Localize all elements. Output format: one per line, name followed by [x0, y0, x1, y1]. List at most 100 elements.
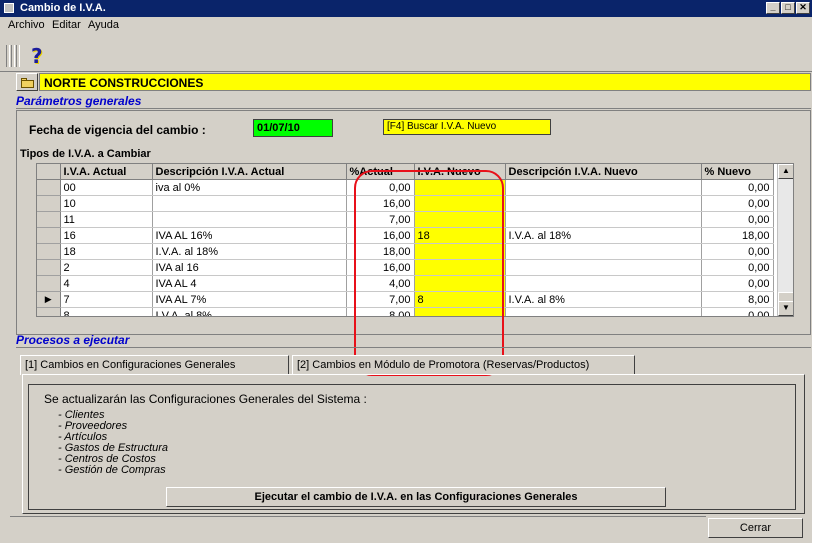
row-indicator[interactable] [37, 227, 61, 244]
table-row[interactable]: 4 IVA AL 4 4,00 0,00 [37, 275, 774, 292]
cell-desc-actual[interactable]: I.V.A. al 18% [152, 243, 347, 260]
cell-pct-actual[interactable]: 8,00 [346, 307, 415, 316]
cell-desc-actual[interactable]: iva al 0% [152, 179, 347, 196]
cell-desc-nuevo[interactable] [505, 307, 702, 316]
table-row[interactable]: 2 IVA al 16 16,00 0,00 [37, 259, 774, 276]
cell-pct-actual[interactable]: 0,00 [346, 179, 415, 196]
row-indicator[interactable] [37, 275, 61, 292]
cell-pct-nuevo[interactable]: 0,00 [701, 259, 774, 276]
col-pct-actual[interactable]: %Actual [346, 164, 415, 180]
row-indicator[interactable] [37, 211, 61, 228]
cell-desc-nuevo[interactable] [505, 275, 702, 292]
minimize-button[interactable]: _ [766, 2, 780, 14]
row-indicator[interactable] [37, 259, 61, 276]
table-row[interactable]: 00 iva al 0% 0,00 0,00 [37, 179, 774, 196]
iva-grid: I.V.A. Actual Descripción I.V.A. Actual … [36, 163, 794, 317]
company-name: NORTE CONSTRUCCIONES [39, 73, 811, 91]
cell-pct-nuevo[interactable]: 0,00 [701, 211, 774, 228]
col-desc-nuevo[interactable]: Descripción I.V.A. Nuevo [505, 164, 702, 180]
cell-pct-nuevo[interactable]: 0,00 [701, 243, 774, 260]
cell-iva-nuevo[interactable] [414, 307, 506, 316]
cell-desc-actual[interactable] [152, 195, 347, 212]
fecha-input[interactable]: 01/07/10 [253, 119, 333, 137]
cell-iva-actual[interactable]: 2 [60, 259, 153, 276]
cell-pct-actual[interactable]: 7,00 [346, 291, 415, 308]
table-row[interactable]: 8 I.V.A. al 8% 8,00 0,00 [37, 307, 774, 316]
row-indicator[interactable] [37, 179, 61, 196]
cell-iva-actual[interactable]: 7 [60, 291, 153, 308]
buscar-iva-hint[interactable]: [F4] Buscar I.V.A. Nuevo [383, 119, 551, 135]
cell-iva-actual[interactable]: 16 [60, 227, 153, 244]
cell-desc-nuevo[interactable] [505, 179, 702, 196]
cell-iva-nuevo[interactable] [414, 211, 506, 228]
col-pct-nuevo[interactable]: % Nuevo [701, 164, 774, 180]
cell-pct-nuevo[interactable]: 0,00 [701, 275, 774, 292]
cell-pct-nuevo[interactable]: 0,00 [701, 307, 774, 316]
table-row[interactable]: 18 I.V.A. al 18% 18,00 0,00 [37, 243, 774, 260]
cell-iva-actual[interactable]: 4 [60, 275, 153, 292]
cell-iva-actual[interactable]: 10 [60, 195, 153, 212]
col-desc-actual[interactable]: Descripción I.V.A. Actual [152, 164, 347, 180]
current-row-indicator[interactable]: ▶ [37, 291, 61, 308]
cell-iva-nuevo[interactable] [414, 195, 506, 212]
title-bar: Cambio de I.V.A. _ □ ✕ [0, 0, 812, 17]
cell-iva-nuevo[interactable]: 18 [414, 227, 506, 244]
tab-configuraciones-generales[interactable]: [1] Cambios en Configuraciones Generales [20, 355, 289, 375]
cell-iva-nuevo[interactable] [414, 243, 506, 260]
cell-desc-actual[interactable]: IVA AL 4 [152, 275, 347, 292]
cell-iva-nuevo[interactable] [414, 259, 506, 276]
table-row[interactable]: 16 IVA AL 16% 16,00 18 I.V.A. al 18% 18,… [37, 227, 774, 244]
scroll-down-button[interactable]: ▼ [778, 301, 793, 316]
row-indicator[interactable] [37, 195, 61, 212]
scroll-up-button[interactable]: ▲ [778, 164, 793, 179]
table-row[interactable]: 11 7,00 0,00 [37, 211, 774, 228]
execute-change-button[interactable]: Ejecutar el cambio de I.V.A. en las Conf… [166, 487, 666, 507]
cell-iva-actual[interactable]: 18 [60, 243, 153, 260]
cell-desc-actual[interactable] [152, 211, 347, 228]
parametros-header: Parámetros generales [16, 94, 811, 109]
cell-iva-actual[interactable]: 00 [60, 179, 153, 196]
table-row[interactable]: 10 16,00 0,00 [37, 195, 774, 212]
help-icon[interactable]: ? [31, 44, 43, 68]
menu-ayuda[interactable]: Ayuda [88, 19, 119, 31]
open-folder-button[interactable] [16, 73, 38, 91]
menu-archivo[interactable]: Archivo [8, 19, 45, 31]
cell-pct-nuevo[interactable]: 0,00 [701, 179, 774, 196]
cell-pct-nuevo[interactable]: 0,00 [701, 195, 774, 212]
cell-iva-nuevo[interactable] [414, 179, 506, 196]
grid-scrollbar[interactable]: ▲ ▼ [777, 164, 793, 316]
cell-iva-actual[interactable]: 11 [60, 211, 153, 228]
col-iva-nuevo[interactable]: I.V.A. Nuevo [414, 164, 506, 180]
cell-pct-nuevo[interactable]: 8,00 [701, 291, 774, 308]
cell-desc-actual[interactable]: I.V.A. al 8% [152, 307, 347, 316]
col-iva-actual[interactable]: I.V.A. Actual [60, 164, 153, 180]
cell-desc-nuevo[interactable]: I.V.A. al 8% [505, 291, 702, 308]
cell-desc-nuevo[interactable] [505, 243, 702, 260]
row-indicator[interactable] [37, 307, 61, 316]
cell-pct-actual[interactable]: 16,00 [346, 227, 415, 244]
cell-desc-actual[interactable]: IVA al 16 [152, 259, 347, 276]
menu-editar[interactable]: Editar [52, 19, 81, 31]
cell-desc-nuevo[interactable] [505, 259, 702, 276]
maximize-button[interactable]: □ [781, 2, 795, 14]
tab-modulo-promotora[interactable]: [2] Cambios en Módulo de Promotora (Rese… [292, 355, 635, 375]
cell-pct-actual[interactable]: 18,00 [346, 243, 415, 260]
cell-desc-actual[interactable]: IVA AL 16% [152, 227, 347, 244]
cell-pct-nuevo[interactable]: 18,00 [701, 227, 774, 244]
cell-pct-actual[interactable]: 4,00 [346, 275, 415, 292]
cell-iva-nuevo[interactable] [414, 275, 506, 292]
cell-pct-actual[interactable]: 7,00 [346, 211, 415, 228]
close-window-button[interactable]: ✕ [796, 2, 810, 14]
app-window: Cambio de I.V.A. _ □ ✕ Archivo Editar Ay… [0, 0, 812, 543]
cell-desc-nuevo[interactable] [505, 195, 702, 212]
table-row-current[interactable]: ▶ 7 IVA AL 7% 7,00 8 I.V.A. al 8% 8,00 [37, 291, 774, 308]
cell-pct-actual[interactable]: 16,00 [346, 259, 415, 276]
close-button[interactable]: Cerrar [708, 518, 803, 538]
cell-desc-nuevo[interactable]: I.V.A. al 18% [505, 227, 702, 244]
row-indicator[interactable] [37, 243, 61, 260]
cell-desc-actual[interactable]: IVA AL 7% [152, 291, 347, 308]
cell-iva-nuevo[interactable]: 8 [414, 291, 506, 308]
cell-pct-actual[interactable]: 16,00 [346, 195, 415, 212]
cell-desc-nuevo[interactable] [505, 211, 702, 228]
cell-iva-actual[interactable]: 8 [60, 307, 153, 316]
